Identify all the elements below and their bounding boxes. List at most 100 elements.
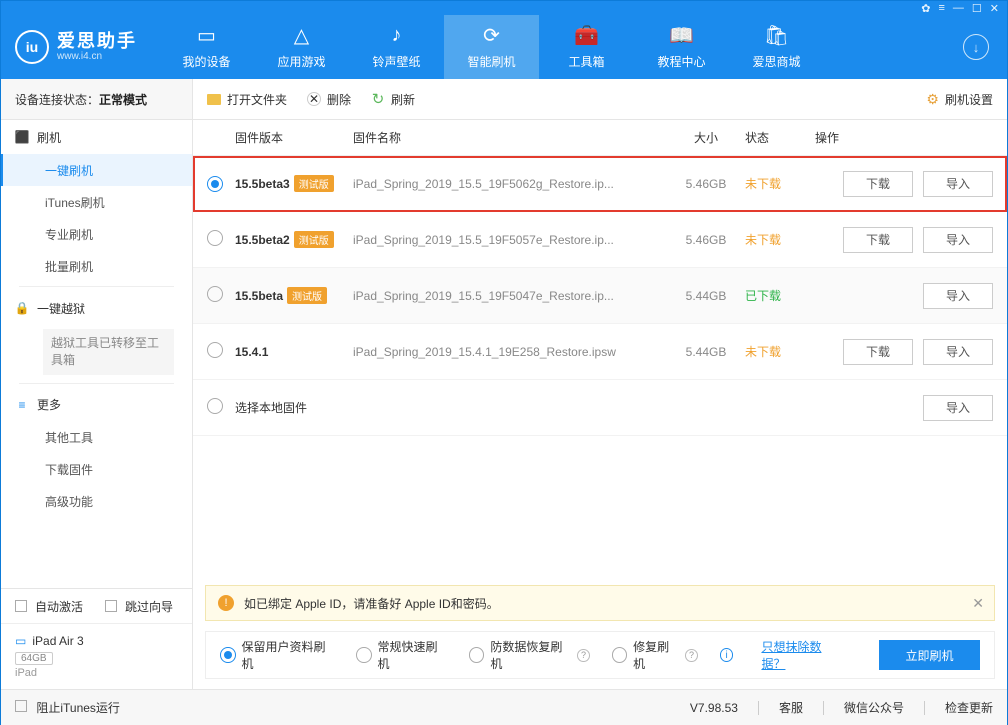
brand-logo: iu 爱思助手 www.i4.cn bbox=[9, 30, 137, 64]
nav-item-5[interactable]: 📖教程中心 bbox=[634, 15, 729, 79]
nav-icon: ♪ bbox=[392, 25, 402, 47]
wechat-link[interactable]: 微信公众号 bbox=[844, 699, 904, 716]
row-radio[interactable] bbox=[207, 286, 223, 302]
close-icon[interactable]: ✕ bbox=[990, 2, 999, 15]
nav-item-1[interactable]: △应用游戏 bbox=[254, 15, 349, 79]
table-header: 固件版本 固件名称 大小 状态 操作 bbox=[193, 120, 1007, 156]
table-row[interactable]: 15.4.1 iPad_Spring_2019_15.4.1_19E258_Re… bbox=[193, 324, 1007, 380]
flash-option[interactable]: 保留用户资料刷机 bbox=[220, 638, 334, 672]
firmware-name: iPad_Spring_2019_15.4.1_19E258_Restore.i… bbox=[353, 345, 616, 359]
flash-option-label: 常规快速刷机 bbox=[378, 638, 447, 672]
firmware-status: 未下载 bbox=[745, 177, 781, 191]
sidebar: 设备连接状态： 正常模式 ⬛刷机一键刷机iTunes刷机专业刷机批量刷机🔒一键越… bbox=[1, 79, 193, 689]
sidebar-section-head[interactable]: ⬛刷机 bbox=[1, 120, 192, 154]
flash-options-bar: 保留用户资料刷机常规快速刷机防数据恢复刷机?修复刷机? i 只想抹除数据？ 立即… bbox=[205, 631, 995, 679]
block-itunes-checkbox[interactable] bbox=[15, 700, 27, 712]
erase-data-link[interactable]: 只想抹除数据？ bbox=[761, 638, 843, 672]
download-button[interactable]: 下载 bbox=[843, 227, 913, 253]
nav-label: 智能刷机 bbox=[467, 53, 515, 70]
firmware-version: 15.5beta bbox=[235, 289, 283, 303]
beta-badge: 测试版 bbox=[294, 231, 334, 248]
info-icon[interactable]: i bbox=[720, 648, 734, 662]
flash-radio[interactable] bbox=[356, 647, 371, 663]
auto-activate-checkbox[interactable] bbox=[15, 600, 27, 612]
table-row[interactable]: 15.5beta2测试版 iPad_Spring_2019_15.5_19F50… bbox=[193, 212, 1007, 268]
skip-guide-checkbox[interactable] bbox=[105, 600, 117, 612]
flash-option[interactable]: 修复刷机? bbox=[612, 638, 698, 672]
firmware-version: 15.5beta2 bbox=[235, 233, 290, 247]
flash-now-button[interactable]: 立即刷机 bbox=[879, 640, 980, 670]
warning-icon: ! bbox=[218, 595, 234, 611]
firmware-name: iPad_Spring_2019_15.5_19F5047e_Restore.i… bbox=[353, 289, 614, 303]
row-radio[interactable] bbox=[207, 176, 223, 192]
settings-icon[interactable]: ✿ bbox=[921, 2, 930, 15]
nav-item-2[interactable]: ♪铃声壁纸 bbox=[349, 15, 444, 79]
flash-option-label: 修复刷机 bbox=[633, 638, 679, 672]
support-link[interactable]: 客服 bbox=[779, 699, 803, 716]
import-button[interactable]: 导入 bbox=[923, 283, 993, 309]
status-prefix: 设备连接状态： bbox=[15, 91, 99, 108]
firmware-status: 已下载 bbox=[745, 289, 781, 303]
firmware-size: 5.44GB bbox=[686, 345, 727, 359]
table-row[interactable]: 15.5beta3测试版 iPad_Spring_2019_15.5_19F50… bbox=[193, 156, 1007, 212]
minimize-icon[interactable]: — bbox=[953, 2, 964, 14]
folder-icon bbox=[207, 94, 221, 105]
device-storage: 64GB bbox=[15, 652, 53, 665]
close-notice-button[interactable]: ✕ bbox=[972, 595, 984, 612]
device-block[interactable]: ▭ iPad Air 3 64GB iPad bbox=[1, 623, 192, 689]
nav-label: 教程中心 bbox=[657, 53, 705, 70]
import-button[interactable]: 导入 bbox=[923, 171, 993, 197]
refresh-button[interactable]: ↻ 刷新 bbox=[371, 91, 415, 108]
table-row[interactable]: 选择本地固件 导入 bbox=[193, 380, 1007, 436]
nav-item-0[interactable]: ▭我的设备 bbox=[159, 15, 254, 79]
download-button[interactable]: 下载 bbox=[843, 171, 913, 197]
flash-settings-button[interactable]: ⚙ 刷机设置 bbox=[926, 91, 993, 108]
flash-option[interactable]: 防数据恢复刷机? bbox=[469, 638, 590, 672]
open-folder-button[interactable]: 打开文件夹 bbox=[207, 91, 287, 108]
beta-badge: 测试版 bbox=[294, 175, 334, 192]
maximize-icon[interactable]: ☐ bbox=[972, 2, 982, 15]
nav-item-4[interactable]: 🧰工具箱 bbox=[539, 15, 634, 79]
flash-radio[interactable] bbox=[612, 647, 627, 663]
flash-option[interactable]: 常规快速刷机 bbox=[356, 638, 447, 672]
menu-icon[interactable]: ≡ bbox=[938, 2, 944, 14]
check-update-link[interactable]: 检查更新 bbox=[945, 699, 993, 716]
nav-item-3[interactable]: ⟳智能刷机 bbox=[444, 15, 539, 79]
import-button[interactable]: 导入 bbox=[923, 395, 993, 421]
nav-icon: ▭ bbox=[197, 25, 216, 47]
footer: 阻止iTunes运行 V7.98.53 客服 微信公众号 检查更新 bbox=[1, 689, 1007, 725]
sidebar-section-head[interactable]: ≡更多 bbox=[1, 388, 192, 422]
col-size: 大小 bbox=[667, 129, 745, 146]
sidebar-item[interactable]: iTunes刷机 bbox=[1, 186, 192, 218]
flash-radio[interactable] bbox=[469, 647, 484, 663]
row-radio[interactable] bbox=[207, 342, 223, 358]
sidebar-item[interactable]: 一键刷机 bbox=[1, 154, 192, 186]
sidebar-item[interactable]: 高级功能 bbox=[1, 486, 192, 518]
download-button[interactable]: 下载 bbox=[843, 339, 913, 365]
app-version: V7.98.53 bbox=[690, 701, 738, 715]
firmware-size: 5.44GB bbox=[686, 289, 727, 303]
content-area: 打开文件夹 ✕ 删除 ↻ 刷新 ⚙ 刷机设置 固件版本 固件名称 大小 状态 操… bbox=[193, 79, 1007, 689]
nav-item-6[interactable]: 🛍爱思商城 bbox=[729, 15, 824, 79]
sidebar-item[interactable]: 其他工具 bbox=[1, 422, 192, 454]
flash-option-label: 防数据恢复刷机 bbox=[490, 638, 571, 672]
notice-bar: ! 如已绑定 Apple ID，请准备好 Apple ID和密码。 ✕ bbox=[205, 585, 995, 621]
sidebar-item[interactable]: 专业刷机 bbox=[1, 218, 192, 250]
sidebar-item[interactable]: 批量刷机 bbox=[1, 250, 192, 282]
table-row[interactable]: 15.5beta测试版 iPad_Spring_2019_15.5_19F504… bbox=[193, 268, 1007, 324]
sidebar-section-head[interactable]: 🔒一键越狱 bbox=[1, 291, 192, 325]
col-status: 状态 bbox=[745, 129, 815, 146]
col-version: 固件版本 bbox=[235, 129, 353, 146]
help-icon[interactable]: ? bbox=[577, 649, 590, 662]
import-button[interactable]: 导入 bbox=[923, 339, 993, 365]
flash-radio[interactable] bbox=[220, 647, 236, 663]
import-button[interactable]: 导入 bbox=[923, 227, 993, 253]
block-itunes-option[interactable]: 阻止iTunes运行 bbox=[15, 699, 120, 716]
row-radio[interactable] bbox=[207, 398, 223, 414]
sidebar-item[interactable]: 下载固件 bbox=[1, 454, 192, 486]
brand-name: 爱思助手 bbox=[57, 32, 137, 50]
auto-activate-row[interactable]: 自动激活 跳过向导 bbox=[1, 589, 192, 623]
help-icon[interactable]: ? bbox=[685, 649, 698, 662]
row-radio[interactable] bbox=[207, 230, 223, 246]
header-download-button[interactable]: ↓ bbox=[953, 34, 999, 60]
